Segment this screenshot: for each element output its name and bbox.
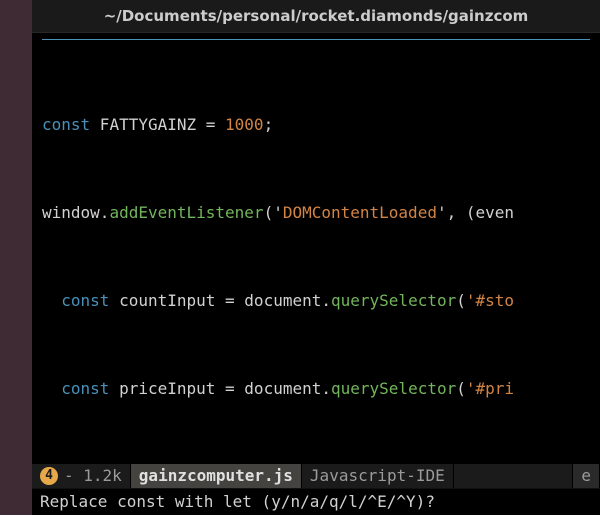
code-line: const FATTYGAINZ = 1000;: [42, 114, 600, 136]
keyword-const: const: [61, 291, 109, 310]
modeline-fill: [454, 464, 574, 488]
code-line: window.addEventListener('DOMContentLoade…: [42, 202, 600, 224]
modeline-status-segment: 4 - 1.2k: [32, 464, 131, 488]
window-titlebar: ~/Documents/personal/rocket.diamonds/gai…: [32, 0, 600, 33]
titlebar-path: ~/Documents/personal/rocket.diamonds/gai…: [104, 5, 529, 27]
code-line: const countInput = document.querySelecto…: [42, 290, 600, 312]
keyword-const: const: [42, 115, 90, 134]
warning-count-badge: 4: [40, 467, 58, 485]
mode-line: 4 - 1.2k gainzcomputer.js Javascript-IDE…: [32, 464, 600, 488]
modeline-tail: e: [573, 464, 600, 488]
minibuffer[interactable]: Replace const with let (y/n/a/q/l/^E/^Y)…: [32, 488, 600, 515]
modeline-major-mode[interactable]: Javascript-IDE: [302, 464, 454, 488]
code-editor[interactable]: const FATTYGAINZ = 1000; window.addEvent…: [32, 40, 600, 464]
editor-window: ~/Documents/personal/rocket.diamonds/gai…: [32, 0, 600, 515]
modeline-size: - 1.2k: [64, 465, 122, 487]
modeline-filename[interactable]: gainzcomputer.js: [131, 464, 302, 488]
code-line: const priceInput = document.querySelecto…: [42, 378, 600, 400]
minibuffer-prompt: Replace const with let (y/n/a/q/l/^E/^Y)…: [40, 491, 435, 513]
keyword-const: const: [61, 379, 109, 398]
